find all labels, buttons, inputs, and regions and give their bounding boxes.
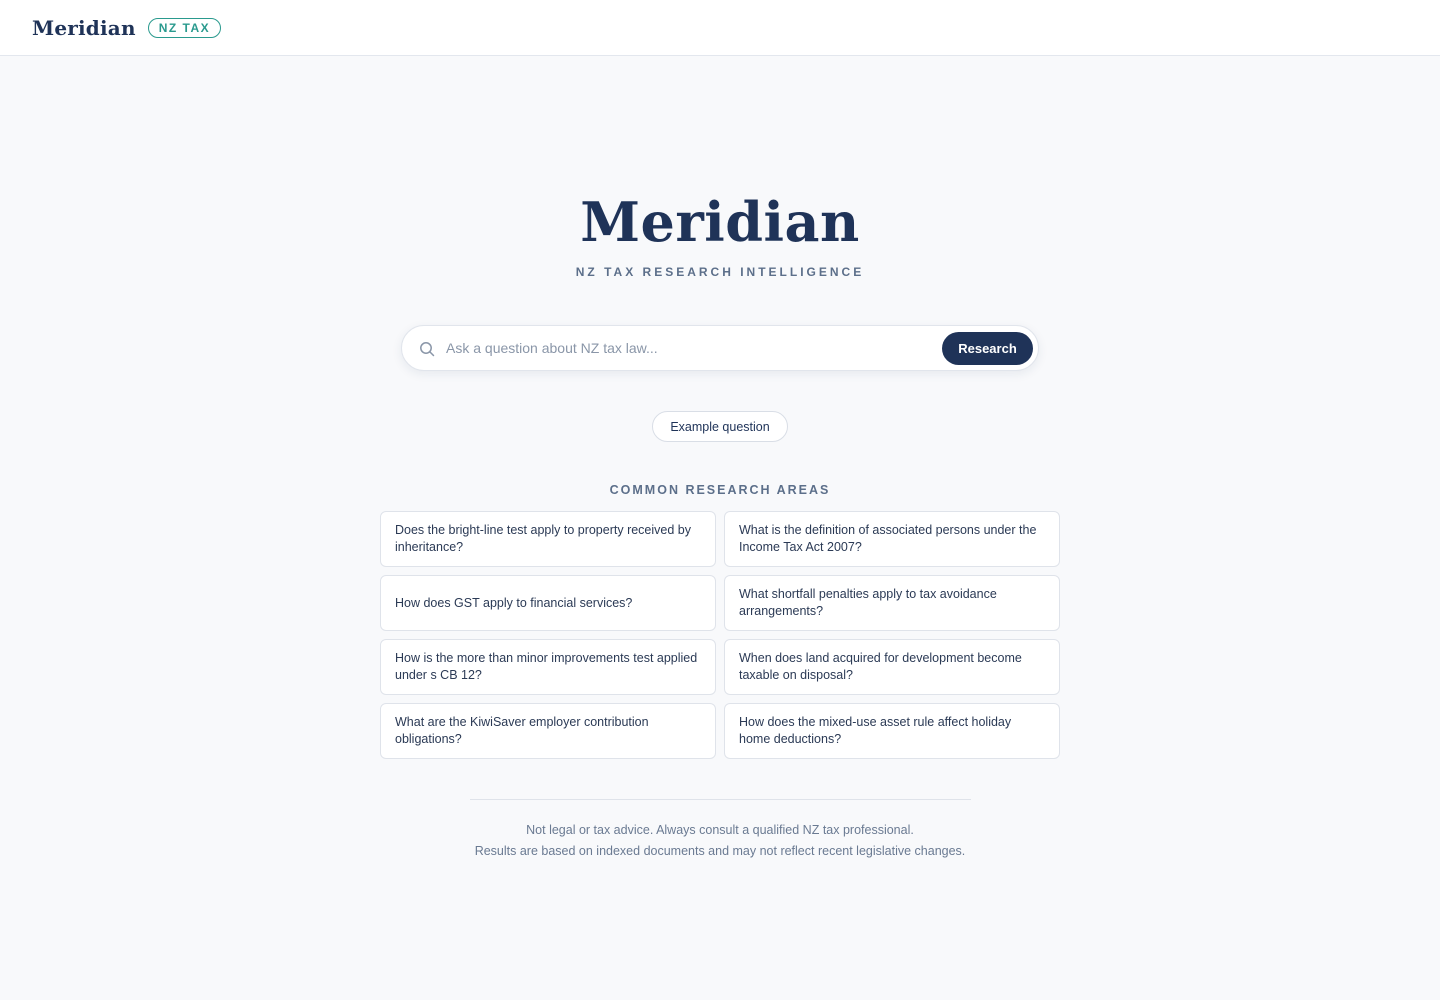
footer-divider	[470, 799, 971, 800]
research-area-card[interactable]: What is the definition of associated per…	[724, 511, 1060, 567]
hero-title: Meridian	[580, 190, 860, 254]
research-area-card[interactable]: What shortfall penalties apply to tax av…	[724, 575, 1060, 631]
research-area-card[interactable]: How does GST apply to financial services…	[380, 575, 716, 631]
top-bar: Meridian NZ TAX	[0, 0, 1440, 56]
region-badge: NZ TAX	[147, 17, 222, 38]
search-input[interactable]	[446, 326, 936, 370]
disclaimer-line: Results are based on indexed documents a…	[474, 844, 966, 858]
example-question-button[interactable]: Example question	[652, 411, 788, 442]
research-area-card[interactable]: How is the more than minor improvements …	[380, 639, 716, 695]
research-area-card[interactable]: When does land acquired for development …	[724, 639, 1060, 695]
research-area-card[interactable]: What are the KiwiSaver employer contribu…	[380, 703, 716, 759]
search-bar: Research	[401, 325, 1039, 371]
disclaimer-line: Not legal or tax advice. Always consult …	[526, 823, 914, 837]
research-button[interactable]: Research	[942, 332, 1033, 365]
research-areas-grid: Does the bright-line test apply to prope…	[380, 511, 1060, 759]
search-icon	[420, 342, 435, 357]
hero-subtitle: NZ TAX RESEARCH INTELLIGENCE	[575, 265, 865, 279]
research-areas-title: COMMON RESEARCH AREAS	[609, 483, 831, 497]
research-area-card[interactable]: How does the mixed-use asset rule affect…	[724, 703, 1060, 759]
research-area-card[interactable]: Does the bright-line test apply to prope…	[380, 511, 716, 567]
brand-logo[interactable]: Meridian	[32, 16, 136, 40]
